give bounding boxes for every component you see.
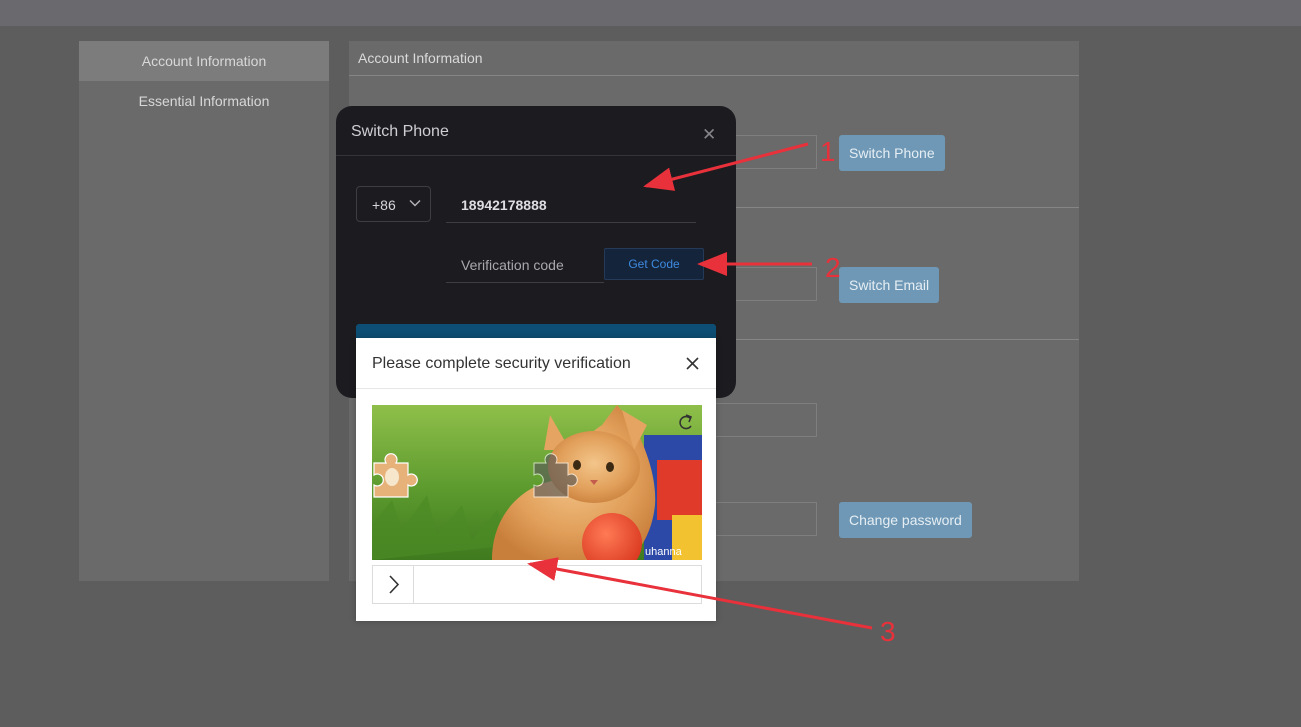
annotation-label-2: 2: [825, 252, 841, 283]
annotation-label-1: 1: [820, 136, 836, 167]
annotation-overlay: 1 2 3: [527, 136, 896, 647]
annotation-arrow-1: [643, 142, 809, 191]
annotation-label-3: 3: [880, 616, 896, 647]
annotation-arrow-3: [527, 557, 873, 630]
